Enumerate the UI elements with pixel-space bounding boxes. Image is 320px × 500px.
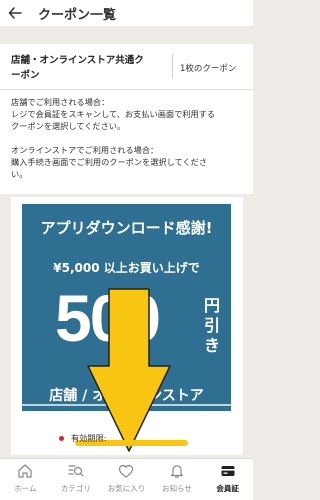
nav-notifications-label: お知らせ [162,484,192,493]
online-usage-text-1: 購入手続き画面でご利用のクーポンを選択してくださ [11,157,208,167]
banner-headline: アプリダウンロード感謝! [40,219,213,237]
coupon-group-title-line1: 店舗・オンラインストア共通ク [11,55,144,66]
back-arrow-icon [8,7,22,19]
nav-favorites-label: お気に入り [107,484,146,493]
banner-condition: ¥5,000 以上お買い上げで [53,261,200,275]
usage-instructions: 店舗でご利用される場合： レジで会員証をスキャンして、お支払い画面で利用する ク… [0,90,253,194]
coupon-group-header[interactable]: 店舗・オンラインストア共通ク ーポン 1枚のクーポン [0,44,253,90]
online-usage-heading: オンラインストアでご利用される場合： [11,145,159,155]
member-card-icon [221,466,235,476]
nav-notifications[interactable]: お知らせ [152,459,203,500]
coupon-group-title-line2: ーポン [11,70,40,81]
store-usage-text-2: クーポンを選択してください。 [11,121,126,131]
back-button[interactable] [0,0,30,26]
bell-icon [170,465,184,478]
divider [172,54,173,78]
banner-unit-off: 引き [203,316,220,355]
store-usage-text-1: レジで会員証をスキャンして、お支払い画面で利用する [11,109,216,119]
nav-member-card[interactable]: 会員証 [202,459,253,500]
expiry-row: 有効期限: [59,432,107,444]
home-icon [18,464,32,478]
nav-home[interactable]: ホーム [0,459,51,500]
page-title: クーポン一覧 [38,7,117,23]
nav-member-card-label: 会員証 [216,484,239,493]
nav-category[interactable]: カテゴリ [51,459,102,500]
bottom-navigation: ホーム カテゴリ お気に入り お知らせ 会員証 [0,458,253,500]
nav-favorites[interactable]: お気に入り [101,459,152,500]
banner-unit-yen: 円 [203,296,220,315]
heart-icon [119,464,134,478]
expiry-dot-icon [59,435,64,441]
expiry-label: 有効期限: [71,433,107,443]
top-bar: クーポン一覧 [0,0,253,26]
coupon-group-title: 店舗・オンラインストア共通ク ーポン [11,53,169,83]
category-search-icon [68,465,84,477]
coupon-count: 1枚のクーポン [180,64,237,74]
nav-category-label: カテゴリ [60,484,91,493]
online-usage-text-2: い。 [11,169,28,179]
down-arrow-annotation [87,288,171,452]
banner-discount-unit: 円 引き [202,296,222,356]
nav-home-label: ホーム [14,484,37,493]
store-usage-heading: 店舗でご利用される場合： [11,97,110,107]
